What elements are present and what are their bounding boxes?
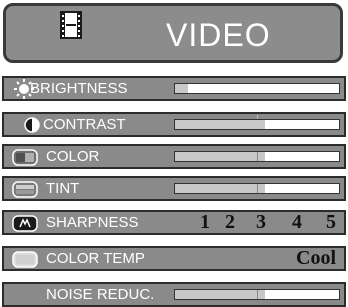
menu-item-contrast[interactable]: CONTRAST [2,112,346,137]
color-temp-value[interactable]: Cool [296,248,336,269]
menu-item-label: TINT [46,180,80,197]
slider-fill [175,184,266,193]
slider-fill [175,152,266,161]
menu-item-tint[interactable]: TINT [2,176,346,201]
menu-item-label: CONTRAST [43,116,126,133]
sharpness-level-4[interactable]: 4 [292,212,302,233]
page-title: VIDEO [166,17,271,53]
slider-center-mark [257,115,258,119]
slider-fill [175,84,189,93]
sharpness-icon [12,215,38,232]
contrast-slider[interactable] [174,115,340,130]
menu-item-label: COLOR TEMP [46,250,145,267]
menu-item-color[interactable]: COLOR [2,144,346,169]
sharpness-level-1[interactable]: 1 [200,212,210,233]
film-icon [60,11,82,39]
menu-header: VIDEO [3,3,343,63]
color-slider[interactable] [174,151,340,162]
slider-center-mark [257,184,258,193]
slider-center-mark [257,290,258,299]
menu-item-label: NOISE REDUC. [46,286,155,303]
menu-item-label: COLOR [46,148,100,165]
noise-reduction-slider[interactable] [174,289,340,300]
contrast-icon [24,117,40,133]
slider-fill [175,120,266,129]
color-temp-icon [12,251,38,268]
menu-item-label: BRIGHTNESS [30,80,128,97]
menu-item-color-temp[interactable]: COLOR TEMP Cool [2,246,346,271]
menu-item-sharpness[interactable]: SHARPNESS 1 2 3 4 5 [2,210,346,235]
tint-slider[interactable] [174,183,340,194]
menu-item-brightness[interactable]: BRIGHTNESS [2,76,346,101]
color-icon [12,149,38,166]
sharpness-level-3[interactable]: 3 [256,212,266,233]
brightness-slider[interactable] [174,83,340,94]
menu-item-noise-reduction[interactable]: NOISE REDUC. [2,282,346,307]
tint-icon [12,181,38,198]
slider-center-mark [257,152,258,161]
sharpness-level-2[interactable]: 2 [225,212,235,233]
menu-item-label: SHARPNESS [46,214,139,231]
sharpness-level-5[interactable]: 5 [326,212,336,233]
slider-fill [175,290,266,299]
